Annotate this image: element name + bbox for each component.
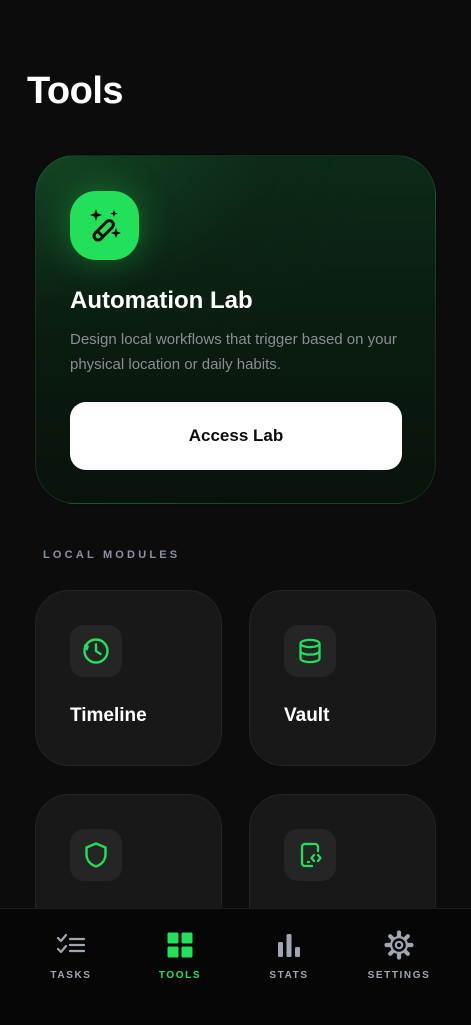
tab-settings[interactable]: SETTINGS <box>340 909 458 989</box>
tab-label-stats: STATS <box>269 970 309 981</box>
module-label-vault: Vault <box>284 705 330 726</box>
automation-lab-title: Automation Lab <box>70 287 253 314</box>
section-label-local-modules: LOCAL MODULES <box>43 549 181 561</box>
shield-icon <box>70 829 122 881</box>
access-lab-button[interactable]: Access Lab <box>70 402 402 470</box>
tab-stats[interactable]: STATS <box>230 909 348 989</box>
automation-lab-description: Design local workflows that trigger base… <box>70 331 397 373</box>
bottom-tab-bar: TASKS TOOLS STATS SETTINGS <box>0 908 471 1025</box>
tab-label-settings: SETTINGS <box>367 970 431 981</box>
tab-label-tools: TOOLS <box>158 970 202 981</box>
database-icon <box>284 625 336 677</box>
module-card-vault[interactable]: Vault <box>249 590 436 766</box>
grid-icon <box>166 929 194 961</box>
clock-icon <box>70 625 122 677</box>
tab-tasks[interactable]: TASKS <box>12 909 130 989</box>
bar-chart-icon <box>275 929 303 961</box>
task-list-icon <box>55 929 87 961</box>
gear-icon <box>383 929 415 961</box>
automation-lab-card[interactable]: Automation Lab Design local workflows th… <box>35 155 436 504</box>
module-card-timeline[interactable]: Timeline <box>35 590 222 766</box>
tab-label-tasks: TASKS <box>50 970 92 981</box>
tab-tools[interactable]: TOOLS <box>121 909 239 989</box>
mobile-code-icon <box>284 829 336 881</box>
page-title: Tools <box>27 70 124 112</box>
magic-wand-sparkles-icon <box>70 191 139 260</box>
module-label-timeline: Timeline <box>70 705 147 726</box>
